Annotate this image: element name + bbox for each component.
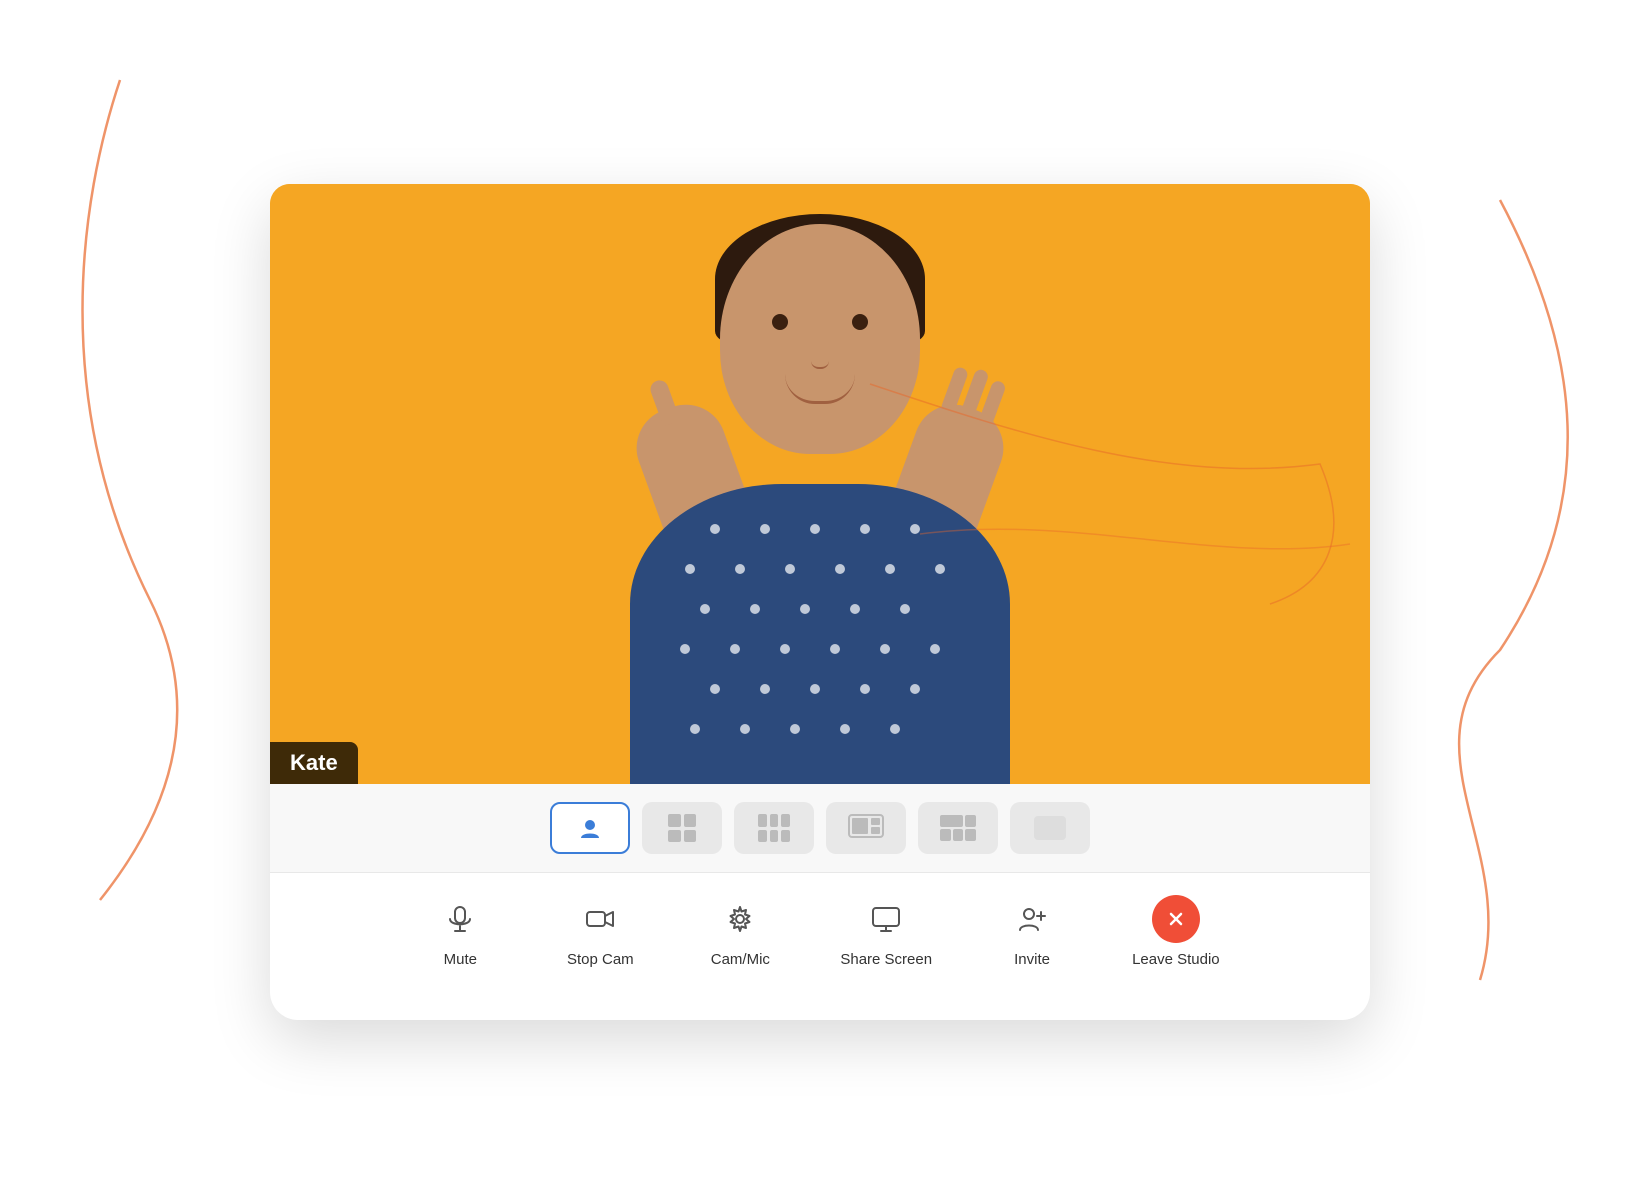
monitor-icon xyxy=(862,895,910,943)
leave-studio-button[interactable]: Leave Studio xyxy=(1132,895,1220,968)
microphone-icon xyxy=(436,895,484,943)
control-bar: Mute Stop Cam Cam/Mic xyxy=(270,873,1370,990)
leave-studio-label: Leave Studio xyxy=(1132,951,1220,968)
view-layout4-button[interactable] xyxy=(826,802,906,854)
view-grid3x3-button[interactable] xyxy=(734,802,814,854)
participant-name-badge: Kate xyxy=(270,742,358,784)
cam-mic-button[interactable]: Cam/Mic xyxy=(700,895,780,968)
stop-cam-label: Stop Cam xyxy=(567,951,634,968)
leave-icon xyxy=(1152,895,1200,943)
mute-label: Mute xyxy=(444,951,477,968)
participant-video xyxy=(570,204,1070,784)
video-background xyxy=(270,184,1370,784)
view-single-button[interactable] xyxy=(550,802,630,854)
stop-cam-button[interactable]: Stop Cam xyxy=(560,895,640,968)
video-app: Kate xyxy=(270,184,1370,1020)
view-grid2x2-button[interactable] xyxy=(642,802,722,854)
invite-button[interactable]: Invite xyxy=(992,895,1072,968)
settings-icon xyxy=(716,895,764,943)
person-body xyxy=(630,484,1010,784)
view-layout6-button[interactable] xyxy=(1010,802,1090,854)
camera-icon xyxy=(576,895,624,943)
view-layout5-button[interactable] xyxy=(918,802,998,854)
add-person-icon xyxy=(1008,895,1056,943)
share-screen-label: Share Screen xyxy=(840,951,932,968)
cam-mic-label: Cam/Mic xyxy=(711,951,770,968)
invite-label: Invite xyxy=(1014,951,1050,968)
view-selector xyxy=(270,784,1370,873)
person-head xyxy=(720,224,920,454)
video-area: Kate xyxy=(270,184,1370,784)
mute-button[interactable]: Mute xyxy=(420,895,500,968)
share-screen-button[interactable]: Share Screen xyxy=(840,895,932,968)
